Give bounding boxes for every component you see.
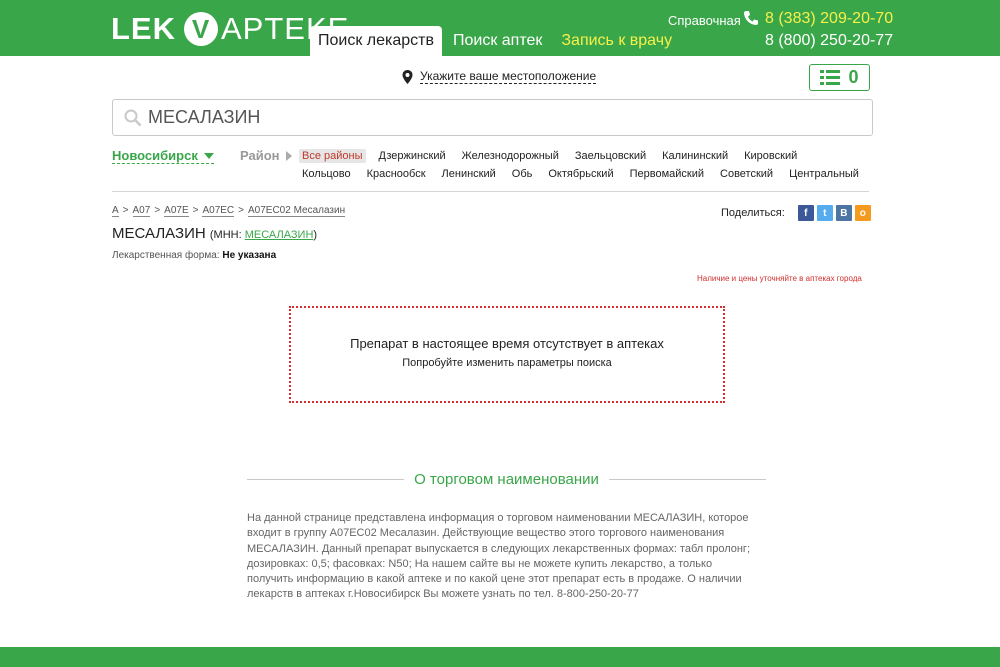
twitter-icon[interactable]: t (816, 205, 833, 221)
breadcrumb-link[interactable]: A07E (164, 205, 189, 217)
search-icon (124, 109, 142, 126)
location-label: Укажите ваше местоположение (420, 69, 597, 84)
search-input[interactable] (148, 107, 828, 128)
facebook-icon[interactable]: f (797, 205, 814, 221)
site-header: LEK V APTEKE Поиск лекарств Поиск аптек … (0, 0, 1000, 56)
mnn-info: (МНН: МЕСАЛАЗИН) (210, 229, 317, 241)
district-list: Все районы Дзержинский Железнодорожный З… (299, 147, 859, 183)
about-description: На данной странице представлена информац… (247, 512, 751, 601)
divider (112, 191, 869, 192)
district-item[interactable]: Краснообск (364, 167, 429, 181)
district-item[interactable]: Железнодорожный (459, 149, 562, 163)
breadcrumb-separator: > (238, 205, 244, 216)
breadcrumb: A > A07 > A07E > A07EC > A07EC02 Месалаз… (112, 205, 346, 217)
mnn-link[interactable]: МЕСАЛАЗИН (245, 229, 314, 241)
chevron-down-icon (203, 152, 214, 159)
about-section-title: О торговом наименовании (247, 468, 766, 490)
district-item[interactable]: Советский (717, 167, 776, 181)
phone-icon (744, 11, 758, 25)
mnn-prefix: (МНН: (209, 229, 245, 241)
city-label: Новосибирск (112, 148, 198, 163)
district-item[interactable]: Обь (509, 167, 536, 181)
divider (247, 478, 405, 480)
district-item[interactable]: Октябрьский (545, 167, 616, 181)
odnoklassniki-icon[interactable]: о (854, 205, 871, 221)
breadcrumb-link[interactable]: A07EC02 Месалазин (248, 205, 346, 217)
empty-state-hint: Попробуйте изменить параметры поиска (402, 357, 612, 369)
breadcrumb-link[interactable]: A07 (132, 205, 151, 217)
dosage-form: Лекарственная форма: Не указана (112, 250, 276, 261)
district-item[interactable]: Первомайский (627, 167, 707, 181)
breadcrumb-link[interactable]: A (112, 205, 119, 217)
availability-notice: Наличие и цены уточняйте в аптеках город… (697, 274, 862, 283)
location-pin-icon (402, 69, 413, 84)
list-icon (820, 70, 841, 85)
city-selector[interactable]: Новосибирск (112, 148, 214, 164)
help-desk-label: Справочная (668, 13, 741, 28)
logo-v-badge: V (184, 12, 218, 46)
product-name: МЕСАЛАЗИН (112, 225, 206, 242)
share-label: Поделиться: (721, 207, 785, 219)
district-item[interactable]: Кольцово (299, 167, 354, 181)
district-item[interactable]: Калининский (659, 149, 731, 163)
vk-icon[interactable]: В (835, 205, 852, 221)
phone-tollfree[interactable]: 8 (800) 250-20-77 (765, 32, 893, 50)
district-item[interactable]: Центральный (786, 167, 862, 181)
chevron-right-icon (285, 150, 292, 161)
breadcrumb-separator: > (154, 205, 161, 216)
search-box (112, 99, 873, 136)
dosage-form-value: Не указана (222, 250, 277, 261)
about-heading: О торговом наименовании (414, 470, 599, 488)
district-item[interactable]: Кировский (741, 149, 800, 163)
location-picker[interactable]: Укажите ваше местоположение (402, 69, 597, 84)
breadcrumb-link[interactable]: A07EC (202, 205, 235, 217)
breadcrumb-separator: > (192, 205, 199, 216)
district-toggle[interactable]: Район (240, 148, 292, 163)
cart-count: 0 (848, 67, 859, 87)
district-item[interactable]: Ленинский (439, 167, 499, 181)
district-item[interactable]: Дзержинский (376, 149, 449, 163)
logo-text-lek: LEK (111, 11, 176, 46)
tab-doctor-appointment[interactable]: Запись к врачу (553, 26, 680, 56)
divider (608, 478, 766, 480)
share-block: Поделиться: f t В о (721, 205, 871, 221)
tab-drug-search[interactable]: Поиск лекарств (310, 26, 442, 56)
district-label: Район (240, 148, 280, 163)
district-item[interactable]: Заельцовский (572, 149, 649, 163)
main-nav: Поиск лекарств Поиск аптек Запись к врач… (310, 26, 683, 56)
tab-pharmacy-search[interactable]: Поиск аптек (445, 26, 550, 56)
empty-state-box: Препарат в настоящее время отсутствует в… (289, 306, 725, 403)
mnn-suffix: ) (313, 229, 318, 241)
phone-local[interactable]: 8 (383) 209-20-70 (765, 10, 893, 28)
site-footer (0, 647, 1000, 667)
cart-button[interactable]: 0 (809, 64, 870, 91)
empty-state-heading: Препарат в настоящее время отсутствует в… (350, 336, 664, 351)
dosage-form-label: Лекарственная форма: (112, 250, 220, 261)
page-title: МЕСАЛАЗИН (МНН: МЕСАЛАЗИН) (112, 225, 317, 242)
breadcrumb-separator: > (122, 205, 129, 216)
district-all[interactable]: Все районы (299, 149, 366, 163)
